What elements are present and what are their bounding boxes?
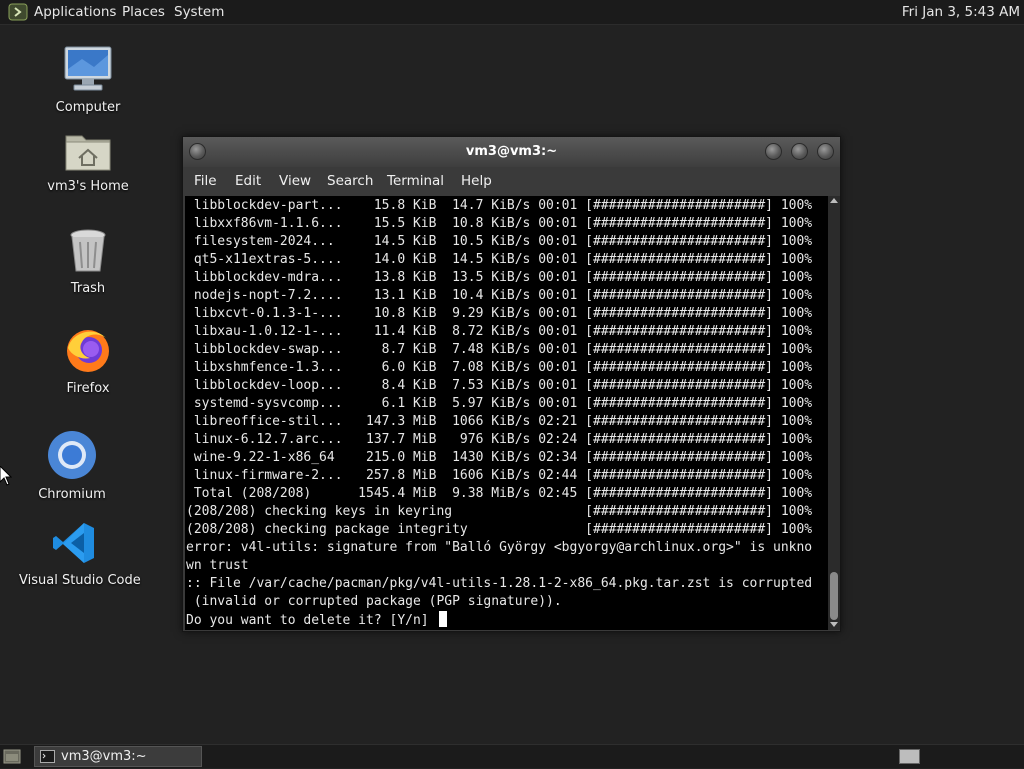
firefox-icon bbox=[33, 326, 143, 378]
top-panel: Applications Places System Fri Jan 3, 5:… bbox=[0, 0, 1024, 25]
desktop-icon-vscode[interactable]: Visual Studio Code bbox=[19, 520, 141, 588]
terminal-window[interactable]: vm3@vm3:~ File Edit View Search Terminal… bbox=[182, 136, 841, 632]
terminal-scrollbar[interactable] bbox=[828, 196, 840, 630]
scroll-down-arrow-icon[interactable] bbox=[830, 622, 838, 627]
window-menu-button[interactable] bbox=[189, 143, 206, 160]
terminal-line: nodejs-nopt-7.2.... 13.1 KiB 10.4 KiB/s … bbox=[186, 288, 813, 303]
mouse-pointer-icon bbox=[0, 466, 12, 486]
menu-help[interactable]: Help bbox=[461, 173, 492, 189]
desktop-icon-label: Computer bbox=[55, 100, 121, 115]
bottom-panel: vm3@vm3:~ bbox=[0, 744, 1024, 768]
menu-search[interactable]: Search bbox=[327, 173, 373, 189]
computer-icon bbox=[33, 45, 143, 97]
system-menu[interactable]: System bbox=[174, 3, 224, 21]
terminal-line: libxshmfence-1.3... 6.0 KiB 7.08 KiB/s 0… bbox=[186, 360, 813, 375]
scrollbar-thumb[interactable] bbox=[830, 572, 838, 620]
terminal-line: (208/208) checking package integrity [##… bbox=[186, 522, 813, 537]
terminal-line: filesystem-2024... 14.5 KiB 10.5 KiB/s 0… bbox=[186, 234, 813, 249]
menu-file[interactable]: File bbox=[194, 173, 217, 189]
menu-view[interactable]: View bbox=[279, 173, 311, 189]
vscode-icon bbox=[19, 520, 129, 570]
terminal-line: libblockdev-swap... 8.7 KiB 7.48 KiB/s 0… bbox=[186, 342, 813, 357]
terminal-line: linux-firmware-2... 257.8 MiB 1606 KiB/s… bbox=[186, 468, 813, 483]
desktop-icon-home[interactable]: vm3's Home bbox=[33, 128, 143, 194]
home-folder-icon bbox=[33, 128, 143, 176]
terminal-line: Total (208/208) 1545.4 MiB 9.38 MiB/s 02… bbox=[186, 486, 813, 501]
terminal-line: systemd-sysvcomp... 6.1 KiB 5.97 KiB/s 0… bbox=[186, 396, 813, 411]
desktop-icon-label: vm3's Home bbox=[47, 179, 129, 194]
desktop-icon-label: Trash bbox=[70, 281, 106, 296]
terminal-line: wn trust bbox=[186, 558, 249, 573]
window-title: vm3@vm3:~ bbox=[465, 144, 558, 159]
workspace-switcher[interactable] bbox=[899, 749, 920, 764]
desktop-icon-firefox[interactable]: Firefox bbox=[33, 326, 143, 396]
terminal-line: libblockdev-mdra... 13.8 KiB 13.5 KiB/s … bbox=[186, 270, 813, 285]
terminal-prompt-line: Do you want to delete it? [Y/n] bbox=[186, 613, 437, 628]
maximize-button[interactable] bbox=[791, 143, 808, 160]
minimize-button[interactable] bbox=[765, 143, 782, 160]
chromium-icon bbox=[17, 430, 127, 484]
terminal-line: linux-6.12.7.arc... 137.7 MiB 976 KiB/s … bbox=[186, 432, 813, 447]
terminal-line: libxcvt-0.1.3-1-... 10.8 KiB 9.29 KiB/s … bbox=[186, 306, 813, 321]
clock[interactable]: Fri Jan 3, 5:43 AM bbox=[902, 3, 1020, 21]
desktop-icon-trash[interactable]: Trash bbox=[33, 228, 143, 296]
places-menu[interactable]: Places bbox=[122, 3, 165, 21]
desktop-icon-label: Visual Studio Code bbox=[19, 573, 141, 588]
desktop-icon-chromium[interactable]: Chromium bbox=[17, 430, 127, 502]
terminal-menubar: File Edit View Search Terminal Help bbox=[183, 167, 840, 195]
terminal-line: (invalid or corrupted package (PGP signa… bbox=[186, 594, 562, 609]
close-button[interactable] bbox=[817, 143, 834, 160]
menu-edit[interactable]: Edit bbox=[235, 173, 261, 189]
terminal-line: qt5-x11extras-5.... 14.0 KiB 14.5 KiB/s … bbox=[186, 252, 813, 267]
terminal-line: libblockdev-loop... 8.4 KiB 7.53 KiB/s 0… bbox=[186, 378, 813, 393]
terminal-line: libreoffice-stil... 147.3 MiB 1066 KiB/s… bbox=[186, 414, 813, 429]
terminal-line: libxxf86vm-1.1.6... 15.5 KiB 10.8 KiB/s … bbox=[186, 216, 813, 231]
desktop-icon-computer[interactable]: Computer bbox=[33, 45, 143, 115]
taskbar-item-terminal[interactable]: vm3@vm3:~ bbox=[34, 746, 202, 767]
applications-menu[interactable]: Applications bbox=[34, 3, 116, 21]
terminal-line: libxau-1.0.12-1-... 11.4 KiB 8.72 KiB/s … bbox=[186, 324, 813, 339]
terminal-line: (208/208) checking keys in keyring [####… bbox=[186, 504, 813, 519]
terminal-text: libblockdev-part... 15.8 KiB 14.7 KiB/s … bbox=[186, 197, 812, 630]
taskbar-item-label: vm3@vm3:~ bbox=[61, 749, 147, 764]
text-cursor bbox=[439, 611, 448, 627]
menu-terminal[interactable]: Terminal bbox=[387, 173, 444, 189]
terminal-line: libblockdev-part... 15.8 KiB 14.7 KiB/s … bbox=[186, 198, 813, 213]
scroll-up-arrow-icon[interactable] bbox=[830, 198, 838, 203]
app-menu-logo-icon[interactable] bbox=[8, 3, 28, 21]
trash-icon bbox=[33, 228, 143, 278]
terminal-output[interactable]: libblockdev-part... 15.8 KiB 14.7 KiB/s … bbox=[185, 196, 828, 630]
terminal-line: error: v4l-utils: signature from "Balló … bbox=[186, 540, 813, 555]
window-titlebar[interactable]: vm3@vm3:~ bbox=[183, 137, 840, 167]
terminal-line: wine-9.22-1-x86_64 215.0 MiB 1430 KiB/s … bbox=[186, 450, 813, 465]
desktop-icon-label: Firefox bbox=[66, 381, 110, 396]
desktop-icon-label: Chromium bbox=[38, 487, 106, 502]
terminal-line: :: File /var/cache/pacman/pkg/v4l-utils-… bbox=[186, 576, 813, 591]
terminal-icon bbox=[40, 750, 55, 763]
show-desktop-icon[interactable] bbox=[3, 748, 21, 765]
